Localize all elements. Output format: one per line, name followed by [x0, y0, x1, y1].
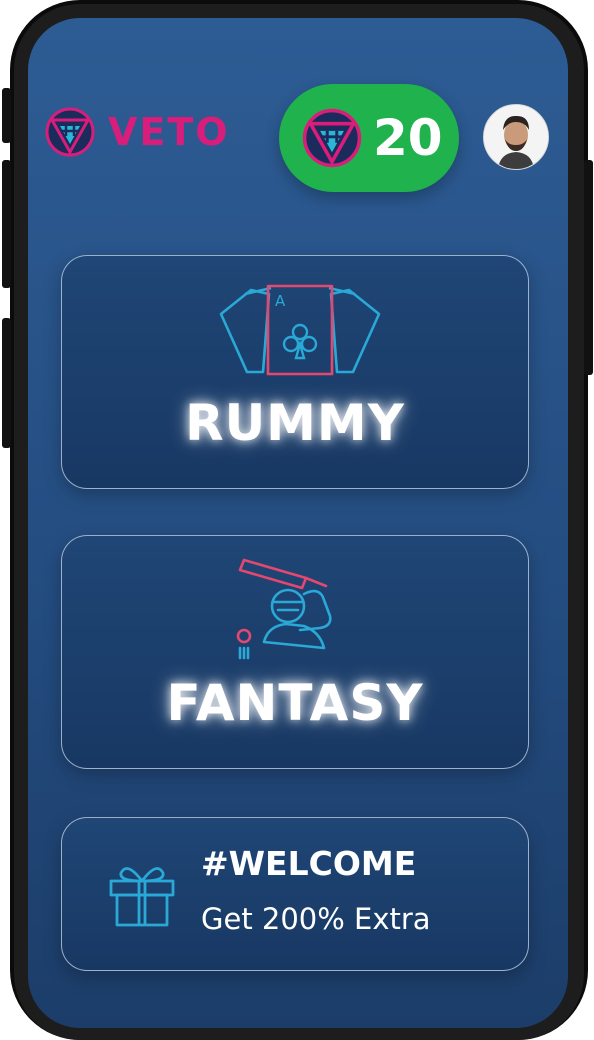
phone-side-button-left-bottom: [2, 318, 11, 448]
promo-title: #WELCOME: [201, 844, 417, 883]
welcome-promo-card[interactable]: #WELCOME Get 200% Extra: [61, 817, 529, 971]
fantasy-label: FANTASY: [166, 674, 424, 732]
app-logo[interactable]: VETO: [44, 106, 230, 158]
avatar-portrait: [484, 105, 548, 169]
brand-name: VETO: [108, 110, 230, 154]
phone-side-button-right: [584, 160, 593, 375]
fantasy-game-card[interactable]: FANTASY: [61, 535, 529, 769]
rummy-game-card[interactable]: A RUMMY: [61, 255, 529, 489]
coin-count: 20: [373, 109, 443, 167]
playing-cards-icon: A: [219, 284, 381, 376]
svg-text:A: A: [275, 292, 286, 310]
rummy-label: RUMMY: [185, 394, 405, 452]
cricket-batsman-icon: [236, 558, 332, 660]
promo-subtitle: Get 200% Extra: [201, 902, 431, 936]
veto-coin-icon: [302, 108, 362, 168]
veto-shield-icon: [45, 107, 95, 157]
phone-side-button-left-mid: [2, 160, 11, 288]
phone-side-button-left-top: [2, 88, 11, 143]
coin-balance-pill[interactable]: 20: [279, 84, 459, 192]
user-avatar[interactable]: [483, 104, 549, 170]
app-screen: VETO 20 A RUMMY FANTASY #WELCOME Get 200…: [28, 18, 568, 1028]
gift-icon: [109, 867, 175, 927]
